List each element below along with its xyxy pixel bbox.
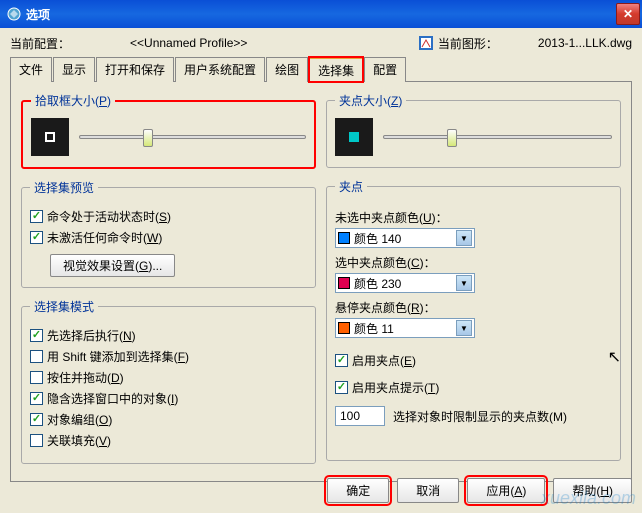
tab-prefs[interactable]: 用户系统配置 bbox=[175, 57, 265, 82]
grips-legend: 夹点 bbox=[335, 178, 367, 195]
tab-display[interactable]: 显示 bbox=[53, 57, 95, 82]
preview-group: 选择集预览 命令处于活动状态时(S) 未激活任何命令时(W) 视觉效果设置(G)… bbox=[21, 179, 316, 288]
gripsize-slider[interactable] bbox=[383, 127, 612, 147]
pickbox-group: 拾取框大小(P) bbox=[21, 92, 316, 169]
hover-color-select[interactable]: 颜色 11▼ bbox=[335, 318, 475, 338]
dialog-buttons: 确定 取消 应用(A) 帮助(H) bbox=[327, 478, 632, 503]
pickbox-legend: 拾取框大小(P) bbox=[31, 92, 115, 109]
content-area: 当前配置： <<Unnamed Profile>> 当前图形： 2013-1..… bbox=[0, 28, 642, 513]
modes-group: 选择集模式 先选择后执行(N) 用 Shift 键添加到选择集(F) 按住并拖动… bbox=[21, 298, 316, 464]
tab-selection[interactable]: 选择集 bbox=[309, 57, 363, 82]
tab-drafting[interactable]: 绘图 bbox=[266, 57, 308, 82]
chk-assoc-hatch[interactable] bbox=[30, 434, 43, 447]
grip-limit-input[interactable] bbox=[335, 406, 385, 426]
chevron-down-icon: ▼ bbox=[456, 230, 472, 246]
chk-enable-grips[interactable] bbox=[335, 354, 348, 367]
tab-profile[interactable]: 配置 bbox=[364, 57, 406, 82]
chk-no-cmd-label: 未激活任何命令时(W) bbox=[47, 229, 162, 246]
preview-legend: 选择集预览 bbox=[30, 179, 98, 196]
chk-no-cmd[interactable] bbox=[30, 231, 43, 244]
grip-limit-label: 选择对象时限制显示的夹点数(M) bbox=[393, 408, 567, 425]
chevron-down-icon: ▼ bbox=[456, 320, 472, 336]
chk-enable-tips[interactable] bbox=[335, 381, 348, 394]
sel-color-select[interactable]: 颜色 230▼ bbox=[335, 273, 475, 293]
current-drawing-label: 当前图形： bbox=[438, 35, 498, 52]
titlebar: 选项 ✕ bbox=[0, 0, 642, 28]
current-config-label: 当前配置： bbox=[10, 35, 70, 52]
apply-button[interactable]: 应用(A) bbox=[467, 478, 545, 503]
chk-active-cmd-label: 命令处于活动状态时(S) bbox=[47, 208, 171, 225]
chk-object-group[interactable] bbox=[30, 413, 43, 426]
help-button[interactable]: 帮助(H) bbox=[553, 478, 632, 503]
chk-active-cmd[interactable] bbox=[30, 210, 43, 223]
drawing-icon bbox=[418, 35, 434, 51]
tab-panel: 拾取框大小(P) 选择集预览 命令处于活动状态时(S) 未激活任何命令时(W) … bbox=[10, 82, 632, 482]
tab-opensave[interactable]: 打开和保存 bbox=[96, 57, 174, 82]
left-column: 拾取框大小(P) 选择集预览 命令处于活动状态时(S) 未激活任何命令时(W) … bbox=[21, 92, 316, 471]
sel-color-label: 选中夹点颜色(C)： bbox=[335, 254, 612, 271]
chk-shift-add[interactable] bbox=[30, 350, 43, 363]
gripsize-legend: 夹点大小(Z) bbox=[335, 92, 406, 109]
unsel-color-select[interactable]: 颜色 140▼ bbox=[335, 228, 475, 248]
cancel-button[interactable]: 取消 bbox=[397, 478, 459, 503]
chevron-down-icon: ▼ bbox=[456, 275, 472, 291]
current-drawing-value: 2013-1...LLK.dwg bbox=[538, 36, 632, 50]
hover-color-label: 悬停夹点颜色(R)： bbox=[335, 299, 612, 316]
gripsize-group: 夹点大小(Z) bbox=[326, 92, 621, 168]
app-icon bbox=[6, 6, 22, 22]
unsel-color-label: 未选中夹点颜色(U)： bbox=[335, 209, 612, 226]
gripsize-preview bbox=[335, 118, 373, 156]
current-config-value: <<Unnamed Profile>> bbox=[130, 36, 247, 50]
window-title: 选项 bbox=[26, 6, 616, 23]
chk-implied-window[interactable] bbox=[30, 392, 43, 405]
right-column: 夹点大小(Z) 夹点 未选中夹点颜色(U)： 颜色 140▼ 选中夹点颜色(C)… bbox=[326, 92, 621, 471]
chk-press-drag[interactable] bbox=[30, 371, 43, 384]
pickbox-slider[interactable] bbox=[79, 127, 306, 147]
ok-button[interactable]: 确定 bbox=[327, 478, 389, 503]
close-button[interactable]: ✕ bbox=[616, 3, 640, 25]
tab-file[interactable]: 文件 bbox=[10, 57, 52, 82]
modes-legend: 选择集模式 bbox=[30, 298, 98, 315]
visual-effects-button[interactable]: 视觉效果设置(G)... bbox=[50, 254, 175, 277]
chk-noun-verb[interactable] bbox=[30, 329, 43, 342]
tabs: 文件 显示 打开和保存 用户系统配置 绘图 选择集 配置 bbox=[10, 56, 632, 82]
pickbox-preview bbox=[31, 118, 69, 156]
profile-row: 当前配置： <<Unnamed Profile>> 当前图形： 2013-1..… bbox=[10, 32, 632, 54]
grips-group: 夹点 未选中夹点颜色(U)： 颜色 140▼ 选中夹点颜色(C)： 颜色 230… bbox=[326, 178, 621, 461]
